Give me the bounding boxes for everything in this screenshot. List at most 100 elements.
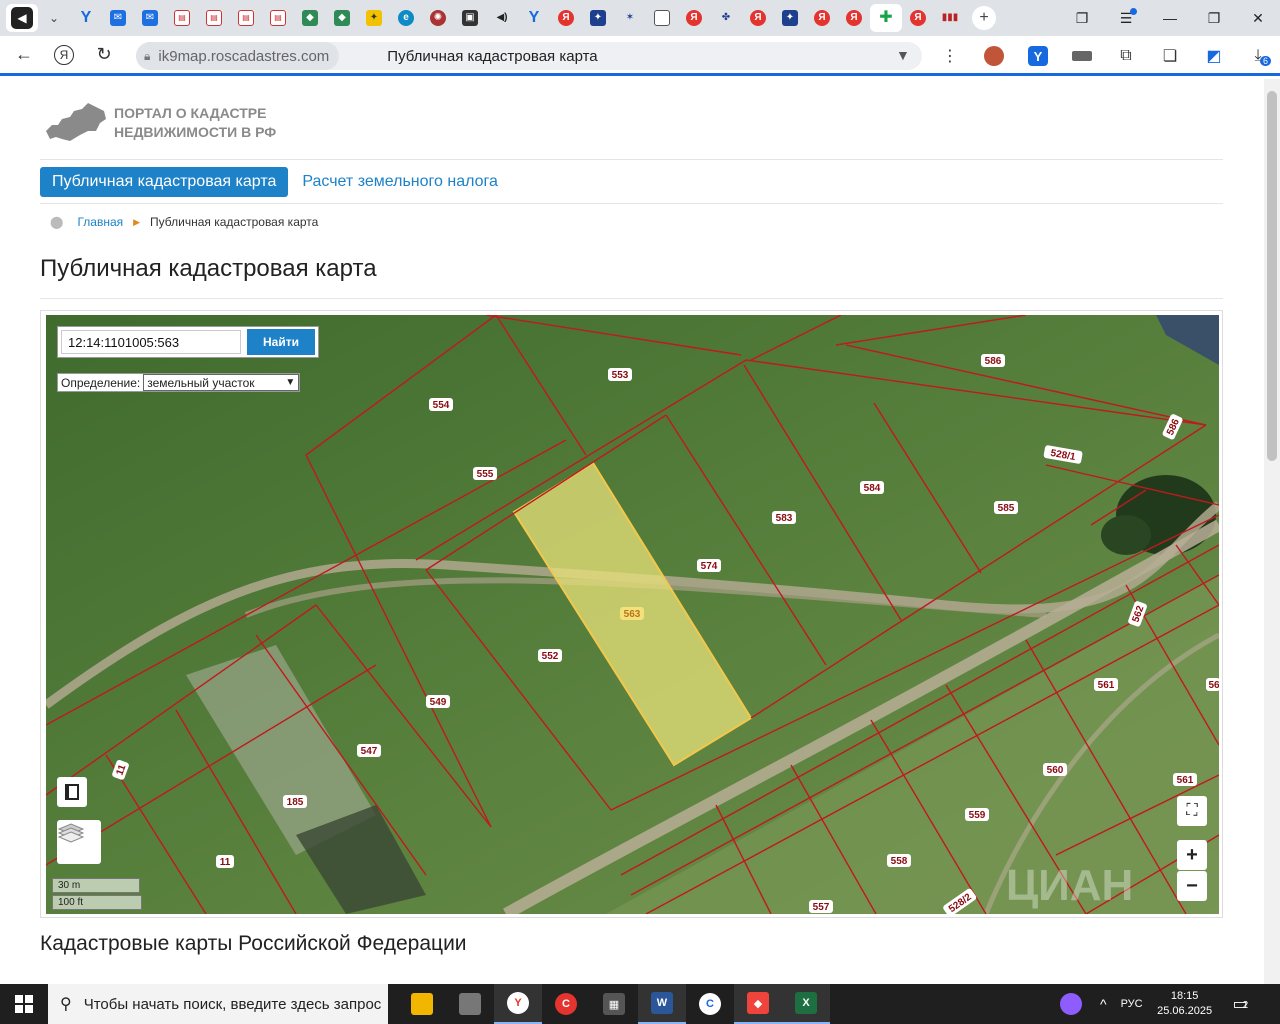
parcel-label[interactable]: 574 <box>697 559 721 572</box>
parcel-label[interactable]: 185 <box>283 795 307 808</box>
tab-18[interactable]: ✶ <box>614 4 646 32</box>
parcel-label[interactable]: 555 <box>473 467 497 480</box>
tab-6[interactable]: ▤ <box>230 4 262 32</box>
scrollbar-thumb[interactable] <box>1267 91 1277 461</box>
tab-28[interactable]: ▮▮▮ <box>934 4 966 32</box>
layers-button[interactable] <box>57 820 101 864</box>
back-button[interactable]: ← <box>4 35 44 75</box>
bookmark-icon[interactable]: ▼ <box>896 47 910 63</box>
taskbar-app-4[interactable]: C <box>542 984 590 1024</box>
tab-5[interactable]: ▤ <box>198 4 230 32</box>
tab-sound[interactable]: ◀ <box>6 4 38 32</box>
chevron-up-icon[interactable]: ^ <box>1100 996 1107 1012</box>
taskbar-anydesk[interactable]: ◆ <box>734 984 782 1024</box>
tab-25[interactable]: Я <box>838 4 870 32</box>
site-logo[interactable]: ПОРТАЛ О КАДАСТРЕ НЕДВИЖИМОСТИ В РФ <box>44 101 276 145</box>
tab-4[interactable]: ▤ <box>166 4 198 32</box>
tab-15[interactable]: Y <box>518 4 550 32</box>
parcel-label[interactable]: 56 <box>1206 678 1219 691</box>
parcel-label[interactable]: 11 <box>216 855 234 868</box>
url-field[interactable]: 🔒︎ ik9map.roscadastres.com Публичная кад… <box>136 42 922 70</box>
downloads-button[interactable]: ⤓ 6 <box>1236 36 1280 76</box>
parcel-label[interactable]: 584 <box>860 481 884 494</box>
tab-2[interactable]: ✉ <box>102 4 134 32</box>
parcel-label[interactable]: 559 <box>965 808 989 821</box>
parcel-label[interactable]: 586 <box>981 354 1005 367</box>
zoom-out-button[interactable]: − <box>1177 871 1207 901</box>
map-canvas[interactable]: 553 586 554 586 528/1 555 584 583 585 57… <box>46 315 1219 914</box>
tab-19[interactable] <box>646 4 678 32</box>
zoom-in-button[interactable]: + <box>1177 840 1207 870</box>
tab-9[interactable]: ◆ <box>326 4 358 32</box>
language-indicator[interactable]: РУС <box>1121 998 1143 1010</box>
cadastral-map[interactable]: 553 586 554 586 528/1 555 584 583 585 57… <box>46 315 1219 914</box>
definition-select[interactable]: земельный участок ▼ <box>143 374 300 391</box>
tab-20[interactable]: Я <box>678 4 710 32</box>
menu-button[interactable]: ☰ <box>1104 0 1148 36</box>
parcel-label[interactable]: 554 <box>429 398 453 411</box>
notifications-button[interactable]: ▭ 2 <box>1233 994 1249 1014</box>
parcel-label-selected[interactable]: 563 <box>620 607 644 620</box>
extension-reader-button[interactable] <box>1060 36 1104 76</box>
tab-7[interactable]: ▤ <box>262 4 294 32</box>
taskbar-excel[interactable]: X <box>782 984 830 1024</box>
nav-tab-cadastral-map[interactable]: Публичная кадастровая карта <box>40 167 289 197</box>
tab-16[interactable]: Я <box>550 4 582 32</box>
parcel-label[interactable]: 583 <box>772 511 796 524</box>
parcel-label[interactable]: 560 <box>1043 763 1067 776</box>
tab-10[interactable]: ✦ <box>358 4 390 32</box>
taskbar-yandex-browser[interactable]: Y <box>494 984 542 1024</box>
url-domain-chip[interactable]: 🔒︎ ik9map.roscadastres.com <box>136 42 340 70</box>
restore-button[interactable]: ❐ <box>1192 0 1236 36</box>
close-window-button[interactable]: ✕ <box>1236 0 1280 36</box>
screenshot-button[interactable]: ◩ <box>1192 36 1236 76</box>
parcel-label[interactable]: 549 <box>426 695 450 708</box>
parcel-label[interactable]: 552 <box>538 649 562 662</box>
tab-17[interactable]: ✦ <box>582 4 614 32</box>
tab-21[interactable]: ✤ <box>710 4 742 32</box>
collections-button[interactable]: ❏ <box>1148 36 1192 76</box>
tab-23[interactable]: ✦ <box>774 4 806 32</box>
tab-22[interactable]: Я <box>742 4 774 32</box>
new-tab-button[interactable]: + <box>972 6 996 30</box>
tab-24[interactable]: Я <box>806 4 838 32</box>
nav-tab-land-tax[interactable]: Расчет земельного налога <box>302 173 498 191</box>
alice-icon[interactable] <box>1060 993 1082 1015</box>
parcel-label[interactable]: 561 <box>1173 773 1197 786</box>
search-button[interactable]: Найти <box>247 329 315 355</box>
tab-27[interactable]: Я <box>902 4 934 32</box>
minimize-button[interactable]: — <box>1148 0 1192 36</box>
extension-avatar-button[interactable] <box>972 36 1016 76</box>
more-menu-button[interactable]: ⋮ <box>940 36 960 76</box>
breadcrumb-home-link[interactable]: Главная <box>77 215 123 229</box>
tab-14[interactable]: ◀) <box>486 4 518 32</box>
tab-list-button[interactable]: ⌄ <box>38 4 70 32</box>
extension-yandex-button[interactable]: Y <box>1016 36 1060 76</box>
taskbar-calculator[interactable]: ▦ <box>590 984 638 1024</box>
tab-3[interactable]: ✉ <box>134 4 166 32</box>
parcel-label[interactable]: 561 <box>1094 678 1118 691</box>
start-button[interactable] <box>0 984 48 1024</box>
tab-12[interactable]: ✺ <box>422 4 454 32</box>
taskbar-app-2[interactable] <box>446 984 494 1024</box>
tab-8[interactable]: ◆ <box>294 4 326 32</box>
parcel-label[interactable]: 553 <box>608 368 632 381</box>
tab-11[interactable]: e <box>390 4 422 32</box>
extensions-button[interactable]: ⧉ <box>1104 36 1148 76</box>
parcel-label[interactable]: 585 <box>994 501 1018 514</box>
tab-active-cadastre[interactable]: ✚ <box>870 4 902 32</box>
page-scrollbar[interactable] <box>1264 79 1280 984</box>
tab-manager-button[interactable]: ❐ <box>1060 0 1104 36</box>
measure-button[interactable] <box>57 777 87 807</box>
parcel-label[interactable]: 558 <box>887 854 911 867</box>
taskbar-file-explorer[interactable] <box>398 984 446 1024</box>
cadastral-number-input[interactable] <box>61 330 241 354</box>
yandex-home-button[interactable]: Я <box>44 35 84 75</box>
tab-13[interactable]: ▣ <box>454 4 486 32</box>
tab-1[interactable]: Y <box>70 4 102 32</box>
taskbar-search-box[interactable]: ⚲ Чтобы начать поиск, введите здесь запр… <box>48 984 388 1024</box>
parcel-label[interactable]: 547 <box>357 744 381 757</box>
reload-button[interactable]: ↻ <box>84 35 124 75</box>
fullscreen-button[interactable]: ⛶ <box>1177 796 1207 826</box>
clock[interactable]: 18:15 25.06.2025 <box>1155 989 1215 1019</box>
